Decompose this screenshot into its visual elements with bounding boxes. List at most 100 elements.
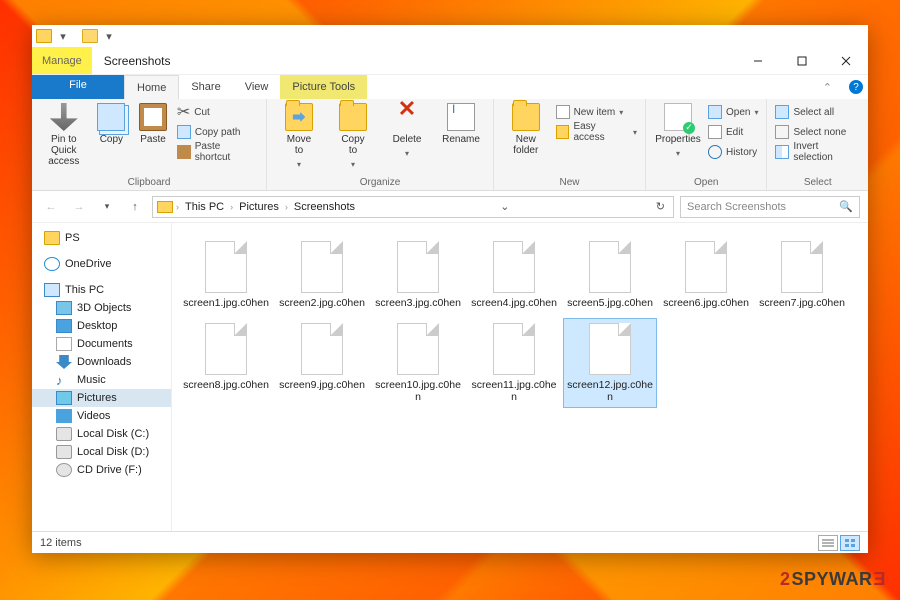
- group-new: New folder New item▾ Easy access▾ New: [494, 99, 646, 190]
- file-item[interactable]: screen6.jpg.c0hen: [660, 237, 752, 313]
- copy-label: Copy: [100, 134, 123, 145]
- tree-downloads[interactable]: Downloads: [32, 353, 171, 371]
- file-icon: [589, 323, 631, 375]
- open-button[interactable]: Open▾: [708, 103, 758, 121]
- file-item[interactable]: screen7.jpg.c0hen: [756, 237, 848, 313]
- back-button[interactable]: ←: [40, 196, 62, 218]
- file-icon: [301, 323, 343, 375]
- easy-access-label: Easy access: [573, 121, 629, 143]
- tab-file[interactable]: File: [32, 75, 124, 99]
- file-item[interactable]: screen3.jpg.c0hen: [372, 237, 464, 313]
- tree-this-pc[interactable]: This PC: [32, 281, 171, 299]
- address-dropdown[interactable]: ⌄: [496, 200, 513, 213]
- tree-pictures[interactable]: Pictures: [32, 389, 171, 407]
- paste-button[interactable]: Paste: [135, 103, 171, 145]
- minimize-button[interactable]: [736, 47, 780, 74]
- qat-customize[interactable]: ▾: [100, 27, 118, 45]
- downloads-icon: [56, 355, 72, 369]
- tab-picture-tools[interactable]: Picture Tools: [280, 75, 367, 99]
- refresh-button[interactable]: ↻: [652, 200, 669, 213]
- file-icon: [397, 241, 439, 293]
- new-item-icon: [556, 105, 570, 119]
- pin-quick-access-button[interactable]: Pin to Quick access: [40, 103, 88, 167]
- group-label: Select: [775, 175, 860, 188]
- select-none-button[interactable]: Select none: [775, 123, 860, 141]
- history-button[interactable]: History: [708, 143, 758, 161]
- tree-disk-c[interactable]: Local Disk (C:): [32, 425, 171, 443]
- breadcrumb-screenshots[interactable]: Screenshots: [291, 201, 358, 213]
- ribbon: Pin to Quick access Copy Paste ✂Cut Copy…: [32, 99, 868, 191]
- chevron-right-icon: ›: [284, 202, 289, 212]
- file-name: screen4.jpg.c0hen: [471, 297, 557, 309]
- file-item[interactable]: screen4.jpg.c0hen: [468, 237, 560, 313]
- tree-label: Local Disk (C:): [77, 428, 149, 440]
- tree-desktop[interactable]: Desktop: [32, 317, 171, 335]
- tree-documents[interactable]: Documents: [32, 335, 171, 353]
- navigation-tree[interactable]: PS OneDrive This PC 3D Objects Desktop D…: [32, 223, 172, 531]
- move-to-button[interactable]: Move to▾: [275, 103, 323, 170]
- file-name: screen11.jpg.c0hen: [470, 379, 558, 403]
- properties-button[interactable]: Properties▾: [654, 103, 702, 159]
- file-item[interactable]: screen1.jpg.c0hen: [180, 237, 272, 313]
- select-all-button[interactable]: Select all: [775, 103, 860, 121]
- file-item[interactable]: screen5.jpg.c0hen: [564, 237, 656, 313]
- new-folder-button[interactable]: New folder: [502, 103, 550, 156]
- tab-view[interactable]: View: [233, 75, 281, 99]
- copy-to-button[interactable]: Copy to▾: [329, 103, 377, 170]
- new-item-button[interactable]: New item▾: [556, 103, 637, 121]
- cut-button[interactable]: ✂Cut: [177, 103, 258, 121]
- new-folder-label: New folder: [513, 134, 538, 156]
- file-item[interactable]: screen8.jpg.c0hen: [180, 319, 272, 407]
- tree-music[interactable]: ♪Music: [32, 371, 171, 389]
- file-item[interactable]: screen11.jpg.c0hen: [468, 319, 560, 407]
- tab-share[interactable]: Share: [179, 75, 232, 99]
- maximize-button[interactable]: [780, 47, 824, 74]
- breadcrumb-pictures[interactable]: Pictures: [236, 201, 282, 213]
- group-label: Clipboard: [40, 175, 258, 188]
- tree-label: 3D Objects: [77, 302, 131, 314]
- tree-disk-d[interactable]: Local Disk (D:): [32, 443, 171, 461]
- close-button[interactable]: [824, 47, 868, 74]
- new-folder-icon[interactable]: [82, 29, 98, 43]
- tab-home[interactable]: Home: [124, 75, 179, 99]
- easy-access-button[interactable]: Easy access▾: [556, 123, 637, 141]
- rename-button[interactable]: Rename: [437, 103, 485, 145]
- edit-button[interactable]: Edit: [708, 123, 758, 141]
- breadcrumb-this-pc[interactable]: This PC: [182, 201, 227, 213]
- select-all-label: Select all: [793, 107, 834, 118]
- file-item[interactable]: screen10.jpg.c0hen: [372, 319, 464, 407]
- file-icon: [589, 241, 631, 293]
- copy-button[interactable]: Copy: [94, 103, 130, 145]
- chevron-right-icon: ›: [175, 202, 180, 212]
- tree-videos[interactable]: Videos: [32, 407, 171, 425]
- folder-icon: [36, 29, 52, 43]
- rename-label: Rename: [442, 134, 480, 145]
- tree-cd-drive[interactable]: CD Drive (F:): [32, 461, 171, 479]
- file-list[interactable]: screen1.jpg.c0henscreen2.jpg.c0henscreen…: [172, 223, 868, 531]
- tree-ps[interactable]: PS: [32, 229, 171, 247]
- copy-path-button[interactable]: Copy path: [177, 123, 258, 141]
- help-button[interactable]: ?: [844, 75, 868, 99]
- delete-button[interactable]: ✕Delete▾: [383, 103, 431, 159]
- file-item[interactable]: screen12.jpg.c0hen: [564, 319, 656, 407]
- recent-locations[interactable]: ▾: [96, 196, 118, 218]
- properties-label: Properties: [655, 134, 701, 145]
- tree-3d-objects[interactable]: 3D Objects: [32, 299, 171, 317]
- file-icon: [493, 241, 535, 293]
- search-placeholder: Search Screenshots: [687, 201, 786, 213]
- tree-onedrive[interactable]: OneDrive: [32, 255, 171, 273]
- ribbon-collapse[interactable]: ⌃: [811, 75, 844, 99]
- qat-dropdown[interactable]: ▾: [54, 27, 72, 45]
- icons-view-button[interactable]: [840, 535, 860, 551]
- invert-selection-button[interactable]: Invert selection: [775, 143, 860, 161]
- paste-shortcut-button[interactable]: Paste shortcut: [177, 143, 258, 161]
- search-input[interactable]: Search Screenshots 🔍: [680, 196, 860, 218]
- forward-button[interactable]: →: [68, 196, 90, 218]
- file-item[interactable]: screen2.jpg.c0hen: [276, 237, 368, 313]
- up-button[interactable]: ↑: [124, 196, 146, 218]
- file-item[interactable]: screen9.jpg.c0hen: [276, 319, 368, 407]
- invert-label: Invert selection: [793, 141, 860, 163]
- copy-path-icon: [177, 125, 191, 139]
- breadcrumb-bar[interactable]: › This PC › Pictures › Screenshots ⌄ ↻: [152, 196, 674, 218]
- details-view-button[interactable]: [818, 535, 838, 551]
